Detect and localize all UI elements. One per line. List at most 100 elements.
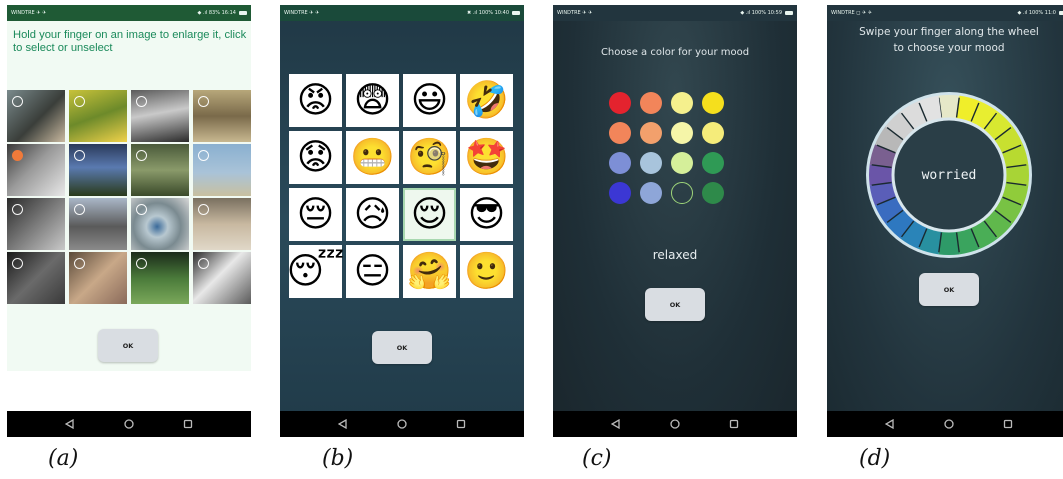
emoji-option[interactable]: 😃: [403, 74, 456, 127]
emoji-option[interactable]: 🙂: [460, 245, 513, 298]
emoji-option[interactable]: 😨: [346, 74, 399, 127]
ok-button[interactable]: OK: [645, 288, 705, 321]
photo-tile[interactable]: [69, 198, 127, 250]
selected-mood-label: relaxed: [652, 248, 698, 262]
battery-icon: [785, 11, 793, 15]
color-dot[interactable]: [609, 92, 631, 114]
photo-tile[interactable]: [7, 198, 65, 250]
select-circle[interactable]: [136, 204, 147, 215]
color-dot[interactable]: [640, 152, 662, 174]
home-circle-icon[interactable]: [670, 419, 680, 429]
select-circle[interactable]: [136, 258, 147, 269]
status-right: ◆ .ıl 100% 11:0: [1017, 10, 1056, 16]
carrier-label: WINDTRE ◻ ✈ ✈: [831, 10, 872, 16]
home-circle-icon[interactable]: [944, 419, 954, 429]
back-triangle-icon[interactable]: [611, 419, 621, 429]
color-dot-selected[interactable]: [671, 182, 693, 204]
back-triangle-icon[interactable]: [65, 419, 75, 429]
wheel-prompt-line2: to choose your mood: [893, 42, 1005, 54]
emoji-option[interactable]: 😥: [346, 188, 399, 241]
emoji-option[interactable]: 😔: [289, 188, 342, 241]
status-bar: WINDTRE ✈ ✈ ◆ .ıl 83% 16:14: [7, 5, 251, 21]
emoji-option[interactable]: 😬: [346, 131, 399, 184]
select-circle[interactable]: [12, 96, 23, 107]
photo-tile[interactable]: [131, 198, 189, 250]
photo-tile[interactable]: [69, 252, 127, 304]
home-circle-icon[interactable]: [397, 419, 407, 429]
photo-tile[interactable]: [69, 90, 127, 142]
select-circle[interactable]: [74, 204, 85, 215]
status-right: ◆ .ıl 83% 16:14: [197, 10, 236, 16]
ok-button[interactable]: OK: [919, 273, 979, 306]
color-dot[interactable]: [640, 182, 662, 204]
emoji-option[interactable]: 😡: [289, 74, 342, 127]
color-dot-grid: [609, 92, 724, 204]
select-circle[interactable]: [198, 150, 209, 161]
select-circle[interactable]: [12, 258, 23, 269]
color-dot[interactable]: [702, 122, 724, 144]
emoji-option[interactable]: 🤣: [460, 74, 513, 127]
color-dot[interactable]: [702, 92, 724, 114]
recents-square-icon[interactable]: [456, 419, 466, 429]
select-circle[interactable]: [136, 96, 147, 107]
photo-tile[interactable]: [131, 90, 189, 142]
select-circle[interactable]: [136, 150, 147, 161]
photo-tile[interactable]: [193, 144, 251, 196]
recents-square-icon[interactable]: [183, 419, 193, 429]
emoji-option[interactable]: 🤩: [460, 131, 513, 184]
recents-square-icon[interactable]: [729, 419, 739, 429]
photo-tile[interactable]: [7, 144, 65, 196]
select-circle[interactable]: [198, 258, 209, 269]
color-dot[interactable]: [671, 152, 693, 174]
color-dot[interactable]: [609, 152, 631, 174]
photo-tile[interactable]: [7, 90, 65, 142]
carrier-label: WINDTRE ✈ ✈: [284, 10, 320, 16]
emoji-grid: 😡 😨 😃 🤣 😟 😬 🧐 🤩 😔 😥 😌 😎 😴 😑 🤗 🙂: [287, 74, 513, 298]
photo-tile[interactable]: [131, 252, 189, 304]
emoji-option[interactable]: 😟: [289, 131, 342, 184]
back-triangle-icon[interactable]: [885, 419, 895, 429]
status-right: ◆ .ıl 100% 10:59: [740, 10, 782, 16]
back-triangle-icon[interactable]: [338, 419, 348, 429]
color-dot[interactable]: [702, 152, 724, 174]
ok-button[interactable]: OK: [372, 331, 432, 364]
color-dot[interactable]: [671, 122, 693, 144]
select-circle[interactable]: [198, 96, 209, 107]
select-circle[interactable]: [74, 96, 85, 107]
emoji-option[interactable]: 🤗: [403, 245, 456, 298]
color-dot[interactable]: [671, 92, 693, 114]
emoji-option[interactable]: 😎: [460, 188, 513, 241]
phone-screen-b: WINDTRE ✈ ✈ ✖ .ıl 100% 10:40 😡 😨 😃 🤣 😟 😬 🧐 🤩 😔 😥 😌…: [280, 5, 524, 437]
battery-icon: [239, 11, 247, 15]
emoji-option[interactable]: 😴: [287, 245, 344, 298]
mood-color-wheel[interactable]: worried: [864, 90, 1034, 260]
select-circle[interactable]: [74, 258, 85, 269]
wheel-center-label: worried: [921, 167, 977, 183]
select-circle[interactable]: [198, 204, 209, 215]
caption-c: (c): [582, 446, 612, 471]
navigation-bar: [827, 411, 1063, 437]
navigation-bar: [7, 411, 251, 437]
color-dot[interactable]: [640, 92, 662, 114]
color-dot[interactable]: [640, 122, 662, 144]
photo-tile[interactable]: [7, 252, 65, 304]
select-circle-selected[interactable]: [12, 150, 23, 161]
emoji-option[interactable]: 😑: [346, 245, 399, 298]
photo-tile[interactable]: [193, 252, 251, 304]
emoji-option-selected[interactable]: 😌: [403, 188, 456, 241]
recents-square-icon[interactable]: [1003, 419, 1013, 429]
color-dot[interactable]: [702, 182, 724, 204]
color-dot[interactable]: [609, 182, 631, 204]
photo-tile[interactable]: [193, 198, 251, 250]
color-dot[interactable]: [609, 122, 631, 144]
ok-button[interactable]: OK: [98, 329, 158, 362]
photo-tile[interactable]: [69, 144, 127, 196]
photo-tile[interactable]: [193, 90, 251, 142]
photo-tile[interactable]: [131, 144, 189, 196]
home-circle-icon[interactable]: [124, 419, 134, 429]
select-circle[interactable]: [12, 204, 23, 215]
carrier-label: WINDTRE ✈ ✈: [557, 10, 593, 16]
select-circle[interactable]: [74, 150, 85, 161]
status-bar: WINDTRE ✈ ✈ ✖ .ıl 100% 10:40: [280, 5, 524, 21]
emoji-option[interactable]: 🧐: [403, 131, 456, 184]
